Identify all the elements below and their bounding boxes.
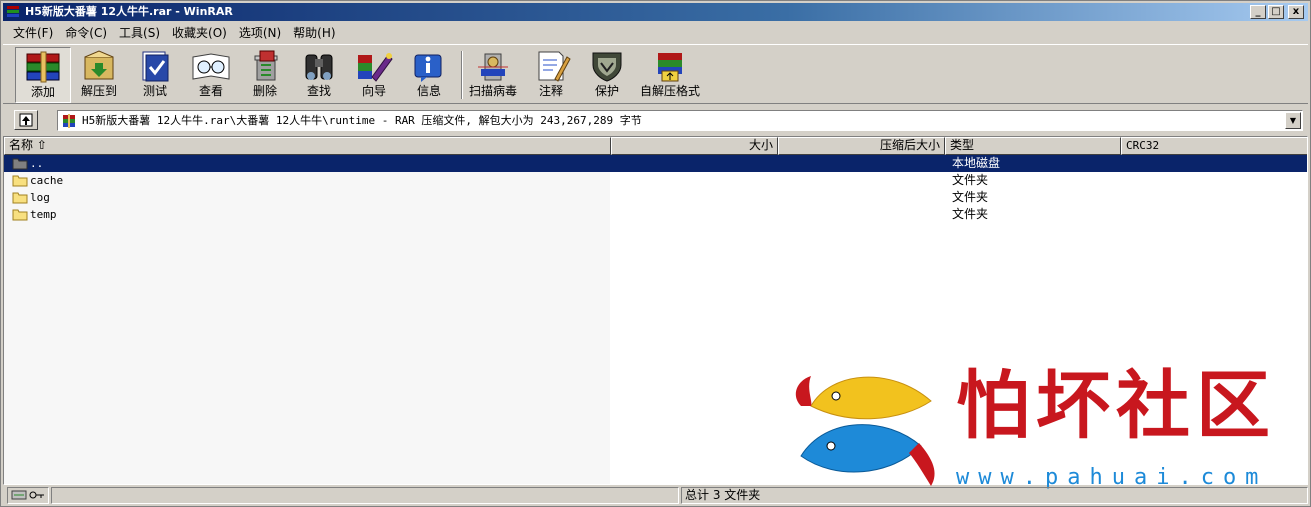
- close-button[interactable]: x: [1288, 5, 1304, 19]
- minimize-button[interactable]: _: [1250, 5, 1266, 19]
- status-selection: [51, 487, 679, 504]
- info-button[interactable]: 信息: [401, 47, 457, 103]
- add-label: 添加: [30, 85, 55, 99]
- delete-icon: [254, 50, 278, 81]
- test-icon: [142, 51, 169, 82]
- status-drive-box[interactable]: [7, 487, 49, 504]
- address-path: H5新版大番薯 12人牛牛.rar\大番薯 12人牛牛\runtime - RA…: [82, 114, 642, 127]
- fish-logo-icon: [795, 376, 935, 486]
- rar-archive-icon: [63, 114, 75, 128]
- column-header-packed[interactable]: 压缩后大小: [778, 137, 945, 155]
- up-one-level-button[interactable]: [14, 110, 38, 130]
- status-bar: 总计 3 文件夹: [3, 487, 1308, 505]
- delete-label: 删除: [252, 84, 277, 98]
- winrar-app-icon: [7, 6, 19, 17]
- maximize-button[interactable]: □: [1268, 5, 1284, 19]
- file-name: cache: [30, 174, 64, 187]
- extract-label: 解压到: [80, 84, 117, 98]
- file-name: temp: [30, 208, 57, 221]
- file-name: ..: [30, 157, 44, 170]
- list-header: 名称 ⇧ 大小 压缩后大小 类型 CRC32: [4, 137, 1307, 155]
- wizard-label: 向导: [361, 84, 386, 98]
- sfx-icon: [658, 53, 682, 82]
- table-row[interactable]: cache 文件夹: [4, 172, 1307, 189]
- menu-favorites[interactable]: 收藏夹(O): [166, 24, 233, 42]
- protect-button[interactable]: 保护: [579, 47, 635, 103]
- find-icon: [305, 54, 333, 80]
- scan-virus-icon: [478, 53, 508, 81]
- file-type: 本地磁盘: [952, 156, 1001, 170]
- comment-label: 注释: [538, 84, 563, 98]
- file-type: 文件夹: [952, 207, 989, 221]
- folder-icon: [12, 209, 28, 221]
- comment-icon: [538, 51, 571, 82]
- drive-key-icon: [11, 490, 44, 500]
- toolbar: 添加 解压到 测试 查看 删除 查找 向导 信息 扫描病毒 注释 保护 自解压格…: [3, 44, 1308, 104]
- folder-icon: [12, 175, 28, 187]
- window-controls: _ □ x: [1250, 5, 1304, 19]
- menu-options[interactable]: 选项(N): [233, 24, 287, 42]
- menu-tools[interactable]: 工具(S): [113, 24, 166, 42]
- scan-virus-button[interactable]: 扫描病毒: [465, 47, 521, 103]
- table-row[interactable]: .. 本地磁盘: [4, 155, 1307, 172]
- info-label: 信息: [416, 84, 441, 98]
- extract-icon: [84, 50, 114, 80]
- info-icon: [414, 54, 442, 82]
- wizard-icon: [358, 53, 393, 82]
- comment-button[interactable]: 注释: [523, 47, 579, 103]
- find-label: 查找: [306, 84, 331, 98]
- view-label: 查看: [198, 84, 223, 98]
- menu-bar: 文件(F) 命令(C) 工具(S) 收藏夹(O) 选项(N) 帮助(H): [3, 23, 342, 43]
- view-button[interactable]: 查看: [183, 47, 239, 103]
- wizard-button[interactable]: 向导: [346, 47, 402, 103]
- delete-button[interactable]: 删除: [237, 47, 293, 103]
- address-combobox[interactable]: H5新版大番薯 12人牛牛.rar\大番薯 12人牛牛\runtime - RA…: [57, 110, 1303, 131]
- folder-icon: [12, 192, 28, 204]
- file-type: 文件夹: [952, 173, 989, 187]
- column-header-name[interactable]: 名称 ⇧: [4, 137, 611, 155]
- chevron-down-icon[interactable]: ▼: [1285, 112, 1301, 129]
- window-title: H5新版大番薯 12人牛牛.rar - WinRAR: [25, 5, 233, 18]
- watermark: 怕坏社区 www.pahuai.com: [791, 361, 1301, 491]
- table-row[interactable]: temp 文件夹: [4, 206, 1307, 223]
- up-arrow-icon: [19, 113, 33, 127]
- menu-help[interactable]: 帮助(H): [287, 24, 341, 42]
- view-icon: [192, 53, 230, 80]
- menu-file[interactable]: 文件(F): [7, 24, 59, 42]
- column-header-size[interactable]: 大小: [611, 137, 778, 155]
- test-button[interactable]: 测试: [127, 47, 183, 103]
- menu-commands[interactable]: 命令(C): [59, 24, 113, 42]
- file-rows: .. 本地磁盘 cache 文件夹 log 文件夹 temp 文件夹: [4, 155, 1307, 223]
- protect-icon: [592, 52, 622, 82]
- protect-label: 保护: [594, 84, 619, 98]
- column-header-crc32[interactable]: CRC32: [1121, 137, 1307, 155]
- table-row[interactable]: log 文件夹: [4, 189, 1307, 206]
- sfx-button[interactable]: 自解压格式: [637, 47, 703, 103]
- test-label: 测试: [142, 84, 167, 98]
- add-button[interactable]: 添加: [15, 47, 71, 103]
- toolbar-separator: [461, 51, 463, 99]
- address-row: H5新版大番薯 12人牛牛.rar\大番薯 12人牛牛\runtime - RA…: [3, 107, 1308, 133]
- winrar-window: H5新版大番薯 12人牛牛.rar - WinRAR _ □ x 文件(F) 命…: [0, 0, 1311, 507]
- watermark-text: 怕坏社区: [956, 363, 1276, 449]
- title-bar[interactable]: H5新版大番薯 12人牛牛.rar - WinRAR _ □ x: [3, 3, 1308, 21]
- find-button[interactable]: 查找: [291, 47, 347, 103]
- add-icon: [26, 51, 60, 83]
- file-type: 文件夹: [952, 190, 989, 204]
- extract-button[interactable]: 解压到: [71, 47, 127, 103]
- column-header-type[interactable]: 类型: [945, 137, 1121, 155]
- scan-virus-label: 扫描病毒: [468, 84, 517, 98]
- drive-folder-icon: [12, 158, 28, 170]
- sfx-label: 自解压格式: [639, 84, 700, 98]
- file-name: log: [30, 191, 50, 204]
- status-summary: 总计 3 文件夹: [681, 487, 1308, 504]
